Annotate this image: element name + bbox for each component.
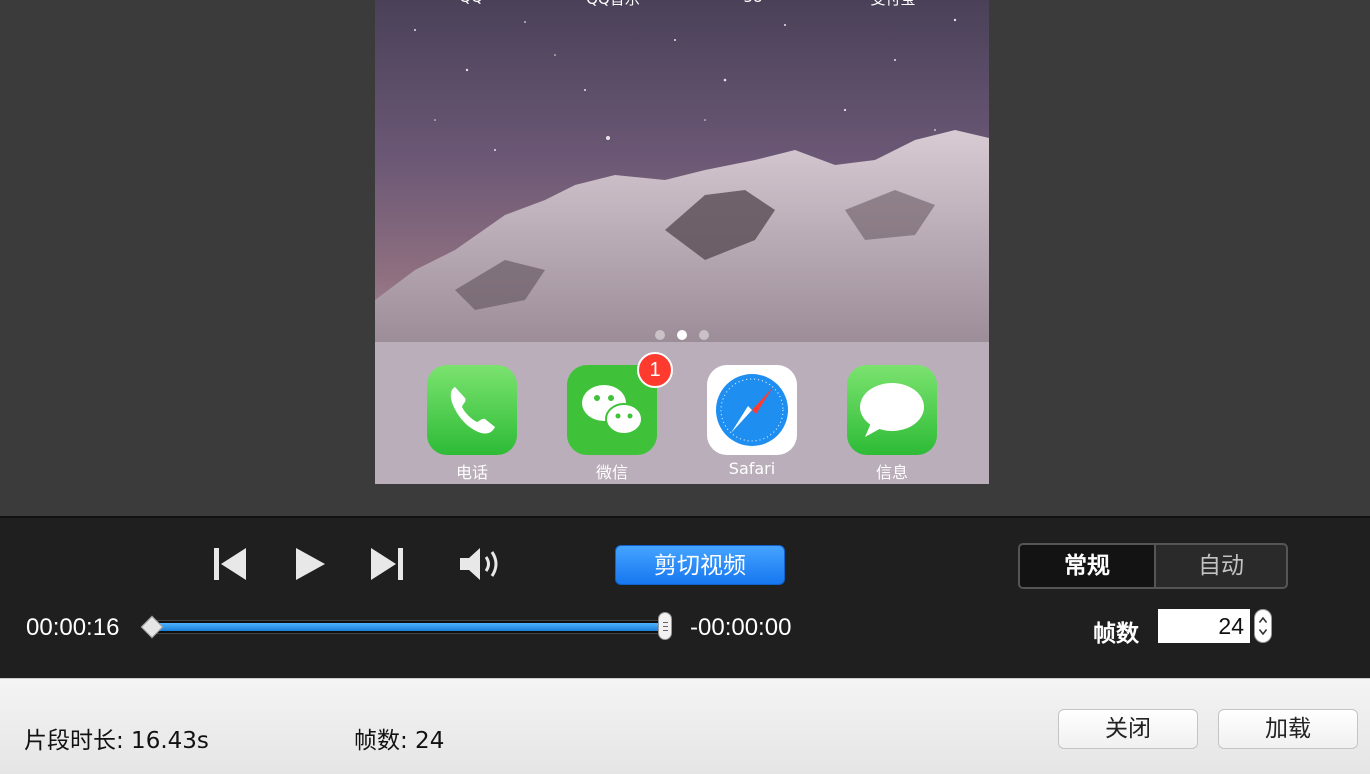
close-button[interactable]: 关闭 <box>1058 709 1198 749</box>
skip-forward-icon[interactable] <box>369 546 405 582</box>
dock-app-label: 电话 <box>455 463 488 482</box>
mountain-wallpaper <box>375 0 989 342</box>
app-label-58: 58 <box>693 0 813 6</box>
timeline-slider[interactable] <box>150 620 666 634</box>
timeline-progress-fill <box>153 623 663 631</box>
mode-segmented-control: 常规 自动 <box>1018 543 1288 589</box>
load-button[interactable]: 加载 <box>1218 709 1358 749</box>
page-dot <box>699 330 709 340</box>
volume-icon[interactable] <box>458 544 506 584</box>
video-preview-area: QQ QQ音乐 58 支付宝 电话 <box>0 0 1370 516</box>
fps-label: 帧数 <box>1093 621 1139 647</box>
dock-app-label: 微信 <box>595 463 628 482</box>
dock-app-label: 信息 <box>875 463 908 482</box>
remaining-time: -00:00:00 <box>690 614 792 641</box>
app-row-labels: QQ QQ音乐 58 支付宝 <box>375 0 989 8</box>
app-label-qq: QQ <box>411 0 531 6</box>
phone-app-icon <box>427 365 517 455</box>
app-label-qq-music: QQ音乐 <box>553 0 673 9</box>
page-dot <box>655 330 665 340</box>
notification-badge: 1 <box>637 352 673 388</box>
playback-controls: 剪切视频 常规 自动 00:00:16 -00:00:00 帧数 <box>0 516 1370 678</box>
dock-app-safari: Safari <box>707 365 797 484</box>
fps-input[interactable] <box>1158 609 1250 643</box>
messages-app-icon <box>847 365 937 455</box>
dock: 电话 1 微信 Safari 信息 <box>375 342 989 484</box>
mode-option-auto[interactable]: 自动 <box>1156 545 1286 587</box>
page-dot-active <box>677 330 687 340</box>
safari-app-icon <box>707 365 797 455</box>
clip-duration-text: 片段时长: 16.43s <box>24 728 209 754</box>
dock-app-phone: 电话 <box>427 365 517 484</box>
mode-option-normal[interactable]: 常规 <box>1020 545 1154 587</box>
dock-app-messages: 信息 <box>847 365 937 484</box>
phone-screen-preview: QQ QQ音乐 58 支付宝 电话 <box>375 0 989 484</box>
app-label-alipay: 支付宝 <box>833 0 953 9</box>
cut-video-button[interactable]: 剪切视频 <box>615 545 785 585</box>
elapsed-time: 00:00:16 <box>26 614 120 641</box>
dock-app-label: Safari <box>728 459 776 478</box>
trim-end-handle[interactable] <box>658 612 672 640</box>
frame-count-text: 帧数: 24 <box>354 728 445 754</box>
play-icon[interactable] <box>292 546 328 582</box>
footer-bar: 片段时长: 16.43s 帧数: 24 关闭 加载 <box>0 678 1370 774</box>
skip-back-icon[interactable] <box>212 546 248 582</box>
fps-stepper[interactable] <box>1254 609 1272 643</box>
dock-app-wechat: 1 微信 <box>567 352 673 484</box>
